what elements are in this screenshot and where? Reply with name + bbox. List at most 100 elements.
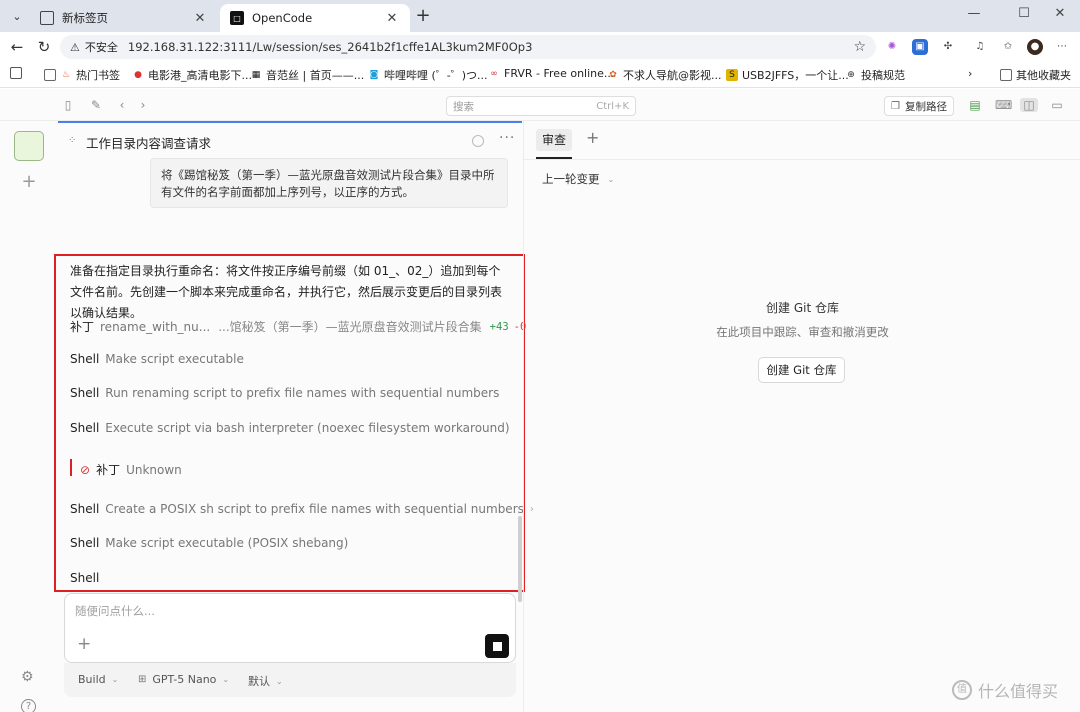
step-patch-rename-script[interactable]: 补丁 rename_with_nu... ...馆秘笈（第一季）—蓝光原盘音效测… [70,318,526,335]
step-shell-bash[interactable]: Shell Execute script via bash interprete… [70,421,510,435]
url-text[interactable]: 192.168.31.122:3111/Lw/session/ses_2641b… [128,40,533,54]
favorites-icon[interactable]: ✩ [1000,39,1016,55]
extension-brain-icon[interactable]: ✺ [884,39,900,55]
agent-select[interactable]: Build ⌄ [78,673,118,686]
divider [524,159,1080,160]
status-icon[interactable]: ▤ [968,98,982,112]
favorite-star-icon[interactable]: ☆ [853,39,866,55]
terminal-icon[interactable]: ⌨ [995,98,1012,112]
help-icon[interactable]: ? [21,699,36,712]
step-patch-error[interactable]: ⊘ 补丁 Unknown [80,461,182,478]
back-icon[interactable]: ← [6,37,28,57]
step-shell-run-rename[interactable]: Shell Run renaming script to prefix file… [70,386,499,400]
step-kind: Shell [70,421,100,435]
page-icon [40,11,54,25]
bookmark-frvr[interactable]: ∞ FRVR - Free online... [488,67,614,80]
more-menu-icon[interactable]: ⋯ [1054,39,1070,55]
close-icon[interactable]: ✕ [384,11,400,26]
bookmark-usb2jffs[interactable]: S USB2JFFS，一个让... [726,67,849,83]
bookmark-label: 哔哩哔哩 (゜-゜)つ... [384,69,488,82]
media-icon[interactable]: ♫ [972,39,988,55]
close-icon[interactable]: ✕ [192,11,208,26]
changes-select[interactable]: 上一轮变更 ⌄ [542,171,614,187]
sidebar-toggle-icon[interactable]: ▯ [61,98,75,112]
extension-user-icon[interactable]: ▣ [912,39,928,55]
search-input[interactable]: 搜索 Ctrl+K [446,96,636,116]
back-arrow-icon[interactable]: ‹ [115,98,129,112]
forward-arrow-icon[interactable]: › [136,98,150,112]
bookmark-yinfansi[interactable]: ▦ 音范丝 | 首页——... [250,67,364,83]
reload-icon[interactable]: ↻ [33,37,55,57]
bookmark-label: 不求人导航@影视... [623,69,722,82]
stop-button[interactable] [485,634,509,658]
review-panel: 审查 + 上一轮变更 ⌄ 创建 Git 仓库 在此项目中跟踪、审查和撤消更改 创建… [523,121,1080,712]
step-description: Make script executable (POSIX shebang) [105,536,349,550]
profile-avatar[interactable]: ● [1027,39,1043,55]
tab-title: 新标签页 [62,11,108,25]
project-rail: + ⚙ ? [0,121,58,712]
minimize-icon[interactable]: — [960,6,988,26]
attach-plus-icon[interactable]: + [77,636,91,653]
globe-icon: ⊕ [847,70,855,80]
fire-icon: ♨ [61,70,71,80]
bookmark-submission[interactable]: ⊕ 投稿规范 [845,67,905,83]
window-close-icon[interactable]: ✕ [1046,6,1074,26]
add-tab-icon[interactable]: + [586,128,599,147]
session-panel: ⁘ 工作目录内容调查请求 ··· 将《踢馆秘笈（第一季）—蓝光原盘音效测试片段合… [54,121,534,712]
bilibili-icon: ◙ [369,70,379,80]
bookmark-label: 其他收藏夹 [1016,69,1071,82]
prompt-input[interactable]: 随便问点什么... [75,603,155,619]
bookmark-movie-port[interactable]: ● 电影港_高清电影下... [132,67,252,83]
variant-select[interactable]: 默认 ⌄ [248,673,283,689]
address-bar-row: ← ↻ ⚠ 不安全 192.168.31.122:3111/Lw/session… [0,32,1080,62]
session-title: 工作目录内容调查请求 [86,136,212,151]
chat-scrollbar[interactable] [518,516,522,602]
project-avatar[interactable] [14,131,44,161]
step-kind: Shell [70,502,100,516]
new-tab-button[interactable]: + [412,6,434,28]
step-shell-pending[interactable]: Shell [70,571,105,585]
address-bar[interactable]: ⚠ 不安全 192.168.31.122:3111/Lw/session/ses… [60,35,876,59]
tab-review[interactable]: 审查 [536,129,573,151]
model-select[interactable]: ⊞ GPT-5 Nano ⌄ [138,673,229,686]
step-shell-chmod[interactable]: Shell Make script executable [70,352,244,366]
maximize-icon[interactable]: ☐ [1010,6,1038,26]
step-description: Run renaming script to prefix file names… [105,386,500,400]
bookmark-label: 音范丝 | 首页——... [266,69,365,82]
bookmark-bilibili[interactable]: ◙ 哔哩哔哩 (゜-゜)つ... [368,67,488,83]
warning-icon: ⚠ [70,40,80,54]
step-shell-posix-script[interactable]: Shell Create a POSIX sh script to prefix… [70,502,534,516]
error-ban-icon: ⊘ [80,462,91,477]
bookmark-label: 投稿规范 [861,69,905,82]
chevron-down-icon: ⌄ [111,675,119,684]
bookmark-buqiuren[interactable]: ✿ 不求人导航@影视... [607,67,722,83]
prompt-composer[interactable]: 随便问点什么... + [64,593,516,663]
empty-state-subtitle: 在此项目中跟踪、审查和撤消更改 [716,325,889,339]
bookmarks-overflow-chevron-icon[interactable]: › [968,67,972,80]
more-options-icon[interactable]: ··· [499,130,515,146]
bookmark-hot[interactable]: ♨ 热门书签 [44,67,120,83]
new-session-icon[interactable]: ✎ [89,98,103,112]
security-label: 不安全 [84,41,118,54]
copy-path-button[interactable]: ❐ 复制路径 [884,96,954,116]
tab-list-chevron-icon[interactable]: ⌄ [6,5,28,27]
search-placeholder: 搜索 [453,100,474,113]
files-folder-icon[interactable]: ▭ [1050,98,1064,112]
site-icon: ● [134,70,142,80]
step-kind: Shell [70,536,100,550]
step-shell-chmod-posix[interactable]: Shell Make script executable (POSIX sheb… [70,536,348,550]
session-header: ⁘ 工作目录内容调查请求 ··· [58,121,522,157]
extensions-puzzle-icon[interactable]: ✣ [940,39,956,55]
tab-new-tab[interactable]: 新标签页 ✕ [30,4,218,32]
settings-gear-icon[interactable]: ⚙ [21,669,34,685]
other-bookmarks[interactable]: 其他收藏夹 [1000,67,1071,83]
create-git-repo-button[interactable]: 创建 Git 仓库 [758,357,845,383]
add-project-icon[interactable]: + [20,173,38,191]
bookmark-toggle-icon[interactable] [10,67,26,79]
bookmark-label: 电影港_高清电影下... [148,69,252,82]
watermark-text: 什么值得买 [978,682,1059,701]
tab-opencode[interactable]: □ OpenCode ✕ [220,4,410,32]
review-panel-icon[interactable]: ◫ [1020,98,1038,112]
step-kind: 补丁 [96,463,121,477]
bookmark-label: 热门书签 [76,69,120,82]
